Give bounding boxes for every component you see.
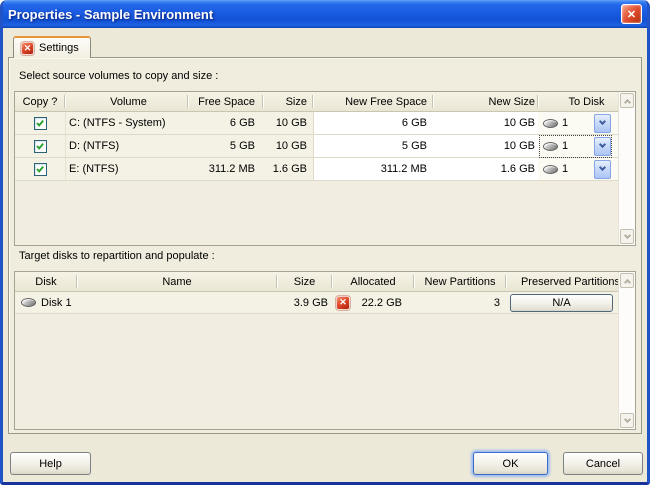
copy-checkbox[interactable] (34, 140, 47, 153)
size-cell: 10 GB (263, 135, 313, 157)
to-disk-combobox[interactable]: 1 (540, 136, 611, 157)
disk-icon (543, 119, 558, 128)
title-bar: Properties - Sample Environment ✕ (0, 0, 650, 28)
copy-checkbox[interactable] (34, 117, 47, 130)
new-size-field[interactable]: 1.6 GB (433, 158, 538, 180)
window-title: Properties - Sample Environment (8, 7, 213, 22)
new-size-field[interactable]: 10 GB (433, 112, 538, 134)
target-table-header: Disk Name Size Allocated New Partitions … (15, 272, 635, 292)
new-size-field[interactable]: 10 GB (433, 135, 538, 157)
properties-dialog: Properties - Sample Environment ✕ ✕ Sett… (0, 0, 650, 485)
source-volumes-label: Select source volumes to copy and size : (19, 70, 218, 82)
to-disk-value: 1 (562, 163, 568, 175)
disk-cell: Disk 1 (41, 297, 72, 309)
scroll-up-icon[interactable] (620, 273, 634, 288)
help-button[interactable]: Help (10, 452, 91, 475)
column-header-new-size[interactable]: New Size (433, 92, 538, 111)
tab-settings[interactable]: ✕ Settings (13, 36, 91, 58)
chevron-down-icon[interactable] (594, 114, 611, 133)
column-header-copy[interactable]: Copy ? (15, 92, 66, 111)
copy-checkbox[interactable] (34, 163, 47, 176)
volume-cell: D: (NTFS) (66, 135, 188, 157)
table-row: Disk 1 3.9 GB ✕ 22.2 GB 3 N/A (15, 292, 635, 314)
new-free-space-field[interactable]: 311.2 MB (313, 158, 433, 180)
tab-label: Settings (39, 42, 79, 54)
table-row: C: (NTFS - System) 6 GB 10 GB 6 GB 10 GB… (15, 112, 635, 135)
source-table-scrollbar[interactable] (618, 92, 635, 245)
close-icon[interactable]: ✕ (621, 4, 642, 24)
table-row: E: (NTFS) 311.2 MB 1.6 GB 311.2 MB 1.6 G… (15, 158, 635, 181)
ok-button[interactable]: OK (473, 452, 548, 475)
chevron-down-icon[interactable] (594, 160, 611, 179)
column-header-size[interactable]: Size (277, 272, 332, 291)
new-free-space-field[interactable]: 6 GB (313, 112, 433, 134)
to-disk-value: 1 (562, 117, 568, 129)
error-icon: ✕ (21, 42, 34, 55)
size-cell: 1.6 GB (263, 158, 313, 180)
cancel-button[interactable]: Cancel (563, 452, 643, 475)
disk-icon (543, 165, 558, 174)
scroll-down-icon[interactable] (620, 413, 634, 428)
column-header-name[interactable]: Name (77, 272, 277, 291)
target-table-scrollbar[interactable] (618, 272, 635, 429)
allocated-cell: 22.2 GB (362, 297, 402, 309)
disk-icon (21, 298, 36, 307)
column-header-free-space[interactable]: Free Space (188, 92, 263, 111)
to-disk-combobox[interactable]: 1 (540, 113, 611, 134)
table-row: D: (NTFS) 5 GB 10 GB 5 GB 10 GB 1 (15, 135, 635, 158)
volume-cell: C: (NTFS - System) (66, 112, 188, 134)
column-header-new-partitions[interactable]: New Partitions (414, 272, 506, 291)
free-space-cell: 6 GB (188, 112, 263, 134)
column-header-disk[interactable]: Disk (15, 272, 77, 291)
column-header-volume[interactable]: Volume (66, 92, 188, 111)
new-partitions-cell: 3 (414, 292, 506, 313)
size-cell: 10 GB (263, 112, 313, 134)
name-cell (77, 292, 277, 313)
scroll-down-icon[interactable] (620, 229, 634, 244)
target-disks-table: Disk Name Size Allocated New Partitions … (14, 271, 636, 430)
free-space-cell: 5 GB (188, 135, 263, 157)
free-space-cell: 311.2 MB (188, 158, 263, 180)
column-header-allocated[interactable]: Allocated (332, 272, 414, 291)
error-icon: ✕ (336, 296, 350, 310)
source-volumes-table: Copy ? Volume Free Space Size New Free S… (14, 91, 636, 246)
dialog-content: ✕ Settings Select source volumes to copy… (3, 28, 647, 482)
target-disks-label: Target disks to repartition and populate… (19, 250, 215, 262)
to-disk-combobox[interactable]: 1 (540, 159, 611, 180)
column-header-preserved-partitions[interactable]: Preserved Partitions (506, 272, 635, 291)
chevron-down-icon[interactable] (594, 137, 611, 156)
volume-cell: E: (NTFS) (66, 158, 188, 180)
scroll-up-icon[interactable] (620, 93, 634, 108)
source-table-header: Copy ? Volume Free Space Size New Free S… (15, 92, 635, 112)
to-disk-value: 1 (562, 140, 568, 152)
new-free-space-field[interactable]: 5 GB (313, 135, 433, 157)
preserved-partitions-button[interactable]: N/A (510, 294, 613, 312)
size-cell: 3.9 GB (277, 292, 332, 313)
column-header-new-free-space[interactable]: New Free Space (313, 92, 433, 111)
column-header-size[interactable]: Size (263, 92, 313, 111)
disk-icon (543, 142, 558, 151)
